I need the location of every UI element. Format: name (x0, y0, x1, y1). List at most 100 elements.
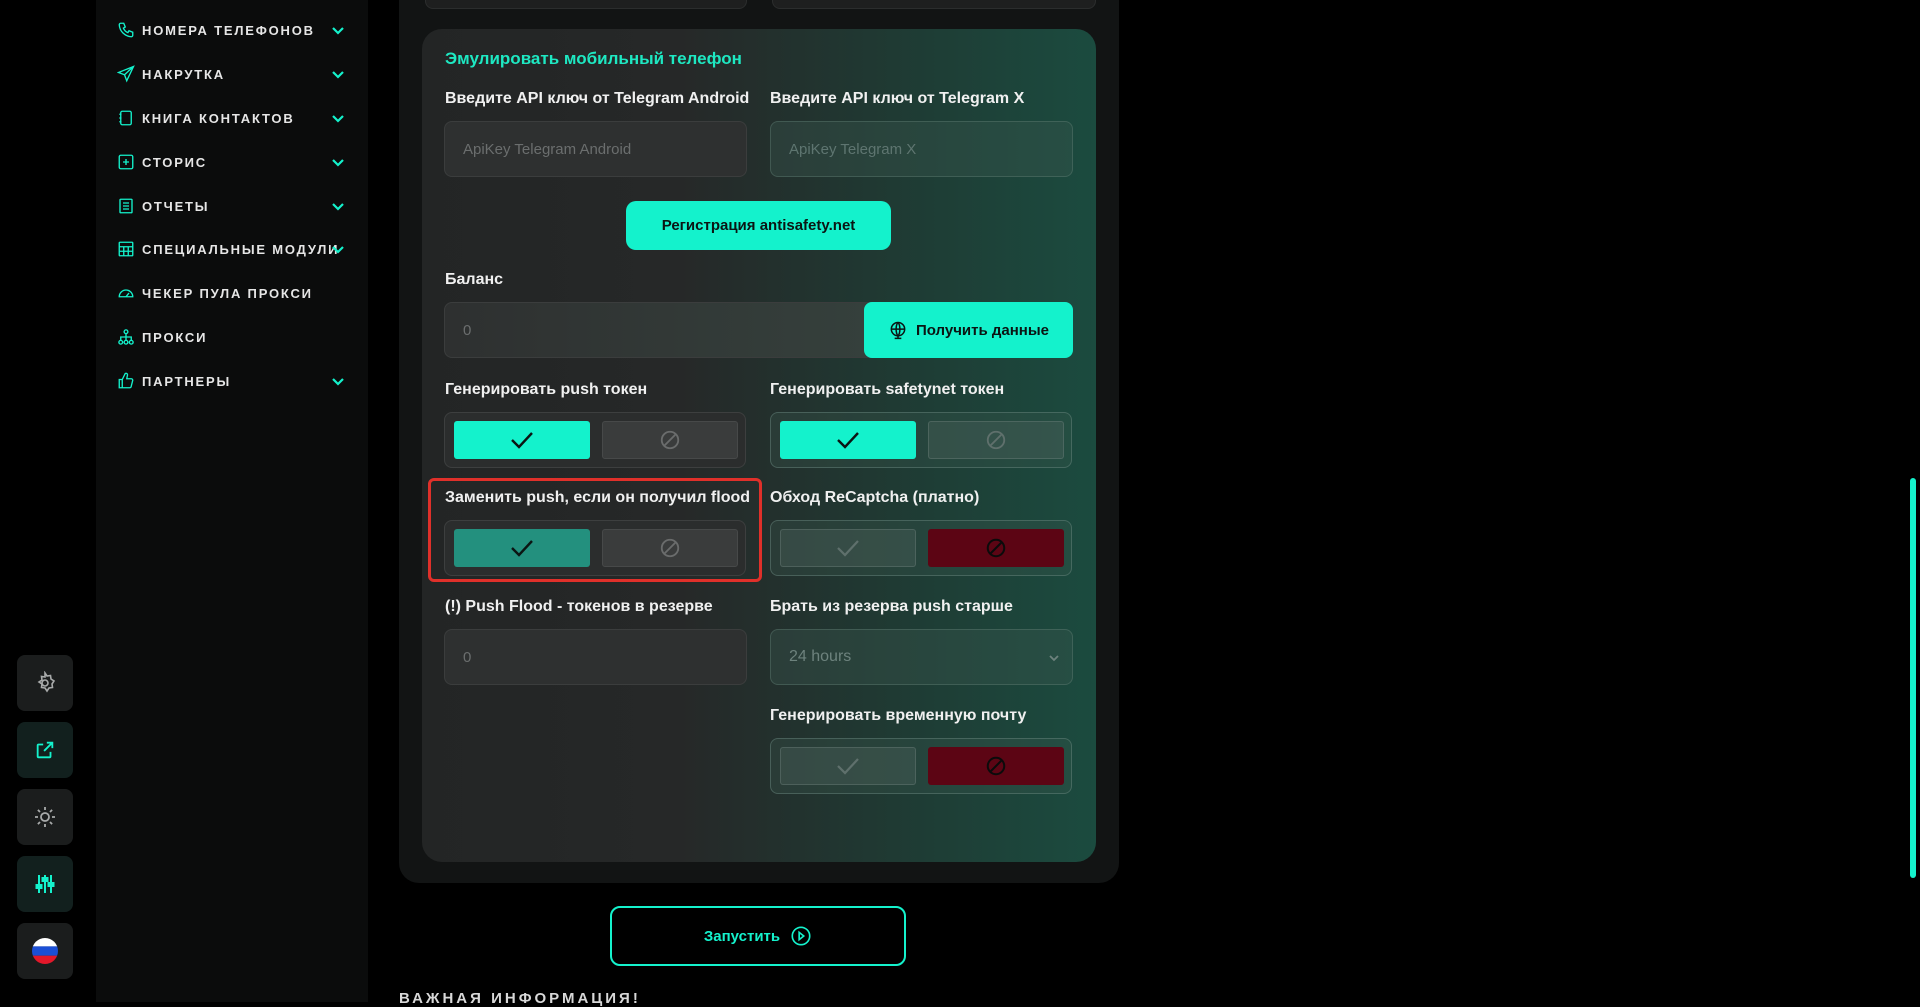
chevron-down-icon[interactable] (330, 66, 346, 82)
launch-button[interactable]: Запустить (610, 906, 906, 966)
network-icon (116, 327, 136, 347)
chevron-down-icon[interactable] (330, 110, 346, 126)
thumb-up-icon (116, 371, 136, 391)
ban-icon (986, 430, 1006, 450)
check-icon (837, 432, 859, 449)
gen-safetynet-toggle (770, 412, 1072, 468)
ban-icon (660, 538, 680, 558)
external-link-button[interactable] (17, 722, 73, 778)
sidebar-item-label: ОТЧЕТЫ (142, 198, 210, 214)
sidebar-item-label: НОМЕРА ТЕЛЕФОНОВ (142, 22, 315, 38)
toggle-on-segment[interactable] (454, 529, 590, 567)
send-icon (116, 64, 136, 84)
sidebar-item-label: КНИГА КОНТАКТОВ (142, 110, 295, 126)
toggle-on-segment[interactable] (780, 747, 916, 785)
reserve-select[interactable]: 24 hours (770, 629, 1073, 685)
sidebar-item-label: НАКРУТКА (142, 66, 225, 82)
toggle-off-segment[interactable] (928, 747, 1064, 785)
sliders-icon (35, 875, 55, 893)
sidebar-item-proxy-checker[interactable]: ЧЕКЕР ПУЛА ПРОКСИ (116, 273, 356, 313)
check-icon (837, 540, 859, 557)
sidebar-item-phones[interactable]: НОМЕРА ТЕЛЕФОНОВ (116, 10, 356, 50)
gauge-icon (116, 283, 136, 303)
toggle-off-segment[interactable] (602, 421, 738, 459)
get-data-button[interactable]: Получить данные (864, 302, 1073, 358)
ban-icon (986, 756, 1006, 776)
play-circle-icon (791, 926, 811, 946)
sidebar-item-label: ПАРТНЕРЫ (142, 373, 232, 389)
chevron-down-icon[interactable] (330, 198, 346, 214)
api-x-input[interactable]: ApiKey Telegram X (770, 121, 1073, 177)
globe-icon (890, 321, 906, 340)
book-icon (116, 108, 136, 128)
push-flood-input[interactable]: 0 (444, 629, 747, 685)
api-x-label: Введите API ключ от Telegram X (770, 90, 1025, 107)
sidebar-item-label: ЧЕКЕР ПУЛА ПРОКСИ (142, 285, 313, 301)
gen-push-toggle (444, 412, 746, 468)
replace-push-label: Заменить push, если он получил flood (445, 489, 751, 506)
sidebar-item-label: СПЕЦИАЛЬНЫЕ МОДУЛИ (142, 241, 340, 257)
gen-push-label: Генерировать push токен (445, 381, 648, 398)
api-android-label: Введите API ключ от Telegram Android (445, 90, 750, 107)
toggle-on-segment[interactable] (780, 529, 916, 567)
chevron-down-icon[interactable] (330, 373, 346, 389)
balance-input[interactable]: 0 (444, 302, 874, 358)
external-link-icon (36, 741, 54, 759)
sidebar-item-label: СТОРИС (142, 154, 207, 170)
check-icon (837, 758, 859, 775)
sidebar-item-stories[interactable]: СТОРИС (116, 142, 356, 182)
report-icon (116, 196, 136, 216)
toggle-off-segment[interactable] (928, 421, 1064, 459)
sidebar-item-proxy[interactable]: ПРОКСИ (116, 317, 356, 357)
top-field-right (772, 0, 1096, 9)
register-antisafety-button[interactable]: Регистрация antisafety.net (626, 201, 891, 250)
toggle-off-segment[interactable] (602, 529, 738, 567)
phone-icon (116, 20, 136, 40)
temp-mail-label: Генерировать временную почту (770, 707, 1027, 724)
language-button[interactable] (17, 923, 73, 979)
temp-mail-toggle (770, 738, 1072, 794)
toggle-off-segment[interactable] (928, 529, 1064, 567)
reserve-select-value: 24 hours (789, 648, 852, 665)
replace-push-toggle (444, 520, 746, 576)
launch-label: Запустить (703, 927, 781, 945)
gear-icon (37, 671, 56, 693)
table-icon (116, 239, 136, 259)
balance-label: Баланс (445, 271, 504, 288)
toggle-on-segment[interactable] (780, 421, 916, 459)
chevron-down-icon[interactable] (330, 241, 346, 257)
check-icon (511, 432, 533, 449)
theme-toggle-button[interactable] (17, 789, 73, 845)
gen-safetynet-label: Генерировать safetynet токен (770, 381, 1005, 398)
chevron-down-icon[interactable] (330, 154, 346, 170)
ban-icon (660, 430, 680, 450)
ban-icon (986, 538, 1006, 558)
sun-icon (35, 807, 55, 827)
toggle-on-segment[interactable] (454, 421, 590, 459)
sidebar-item-reports[interactable]: ОТЧЕТЫ (116, 186, 356, 226)
reserve-label: Брать из резерва push старше (770, 598, 1013, 615)
get-data-label: Получить данные (915, 321, 1050, 339)
recaptcha-label: Обход ReCaptcha (платно) (770, 489, 980, 506)
sidebar-item-label: ПРОКСИ (142, 329, 208, 345)
sidebar-item-contacts[interactable]: КНИГА КОНТАКТОВ (116, 98, 356, 138)
plus-square-icon (116, 152, 136, 172)
top-field-left (425, 0, 747, 9)
sidebar: НОМЕРА ТЕЛЕФОНОВ НАКРУТКА КНИГА КОНТАКТО… (96, 0, 368, 1002)
sidebar-item-partners[interactable]: ПАРТНЕРЫ (116, 361, 356, 401)
flag-ru-icon (32, 938, 58, 964)
chevron-down-icon (1049, 655, 1059, 662)
scrollbar-thumb[interactable] (1910, 478, 1916, 878)
important-info-heading: ВАЖНАЯ ИНФОРМАЦИЯ! (399, 990, 641, 1007)
sidebar-item-special-modules[interactable]: СПЕЦИАЛЬНЫЕ МОДУЛИ (116, 229, 356, 269)
filters-button[interactable] (17, 856, 73, 912)
recaptcha-toggle (770, 520, 1072, 576)
api-android-input[interactable]: ApiKey Telegram Android (444, 121, 747, 177)
left-edge (0, 0, 96, 1002)
settings-button[interactable] (17, 655, 73, 711)
sidebar-item-boost[interactable]: НАКРУТКА (116, 54, 356, 94)
push-flood-label: (!) Push Flood - токенов в резерве (445, 598, 713, 615)
card-title: Эмулировать мобильный телефон (445, 49, 742, 68)
chevron-down-icon[interactable] (330, 22, 346, 38)
check-icon (511, 540, 533, 557)
